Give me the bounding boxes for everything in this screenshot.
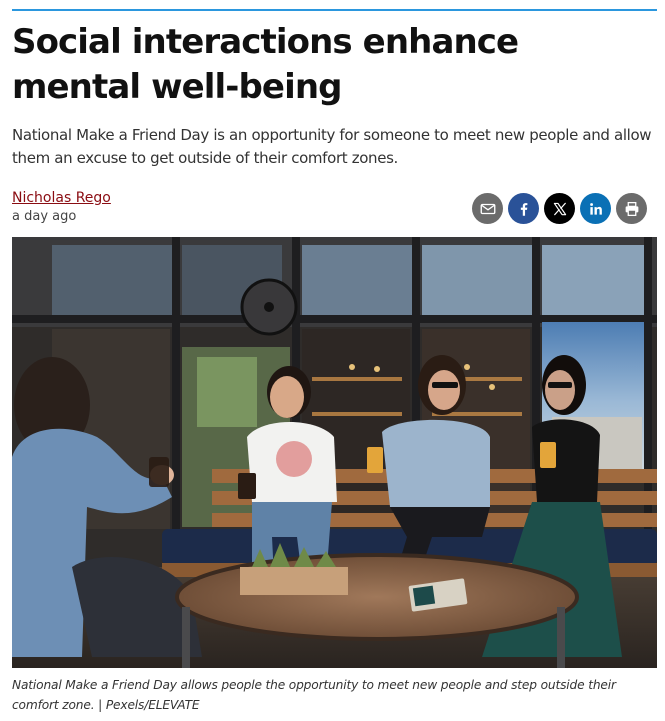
share-email-button[interactable] [472, 193, 503, 224]
facebook-f-icon [520, 202, 527, 216]
top-accent-rule [12, 9, 657, 11]
share-facebook-button[interactable] [508, 193, 539, 224]
publish-date: a day ago [12, 209, 77, 224]
lead-photo [12, 237, 657, 668]
x-logo-icon [553, 202, 566, 215]
friends-at-cafe-photo [12, 237, 657, 668]
byline: Nicholas Rego a day ago [12, 189, 111, 226]
printer-icon [625, 201, 638, 216]
share-bar [472, 193, 647, 224]
share-x-button[interactable] [544, 193, 575, 224]
article-headline: Social interactions enhance mental well-… [12, 22, 519, 107]
photo-caption: National Make a Friend Day allows people… [12, 678, 616, 712]
share-linkedin-button[interactable] [580, 193, 611, 224]
envelope-icon [480, 203, 495, 214]
author-link[interactable]: Nicholas Rego [12, 189, 111, 207]
share-print-button[interactable] [616, 193, 647, 224]
article-page: Social interactions enhance mental well-… [0, 0, 665, 721]
article-dek: National Make a Friend Day is an opportu… [12, 126, 652, 167]
linkedin-icon [589, 202, 602, 215]
